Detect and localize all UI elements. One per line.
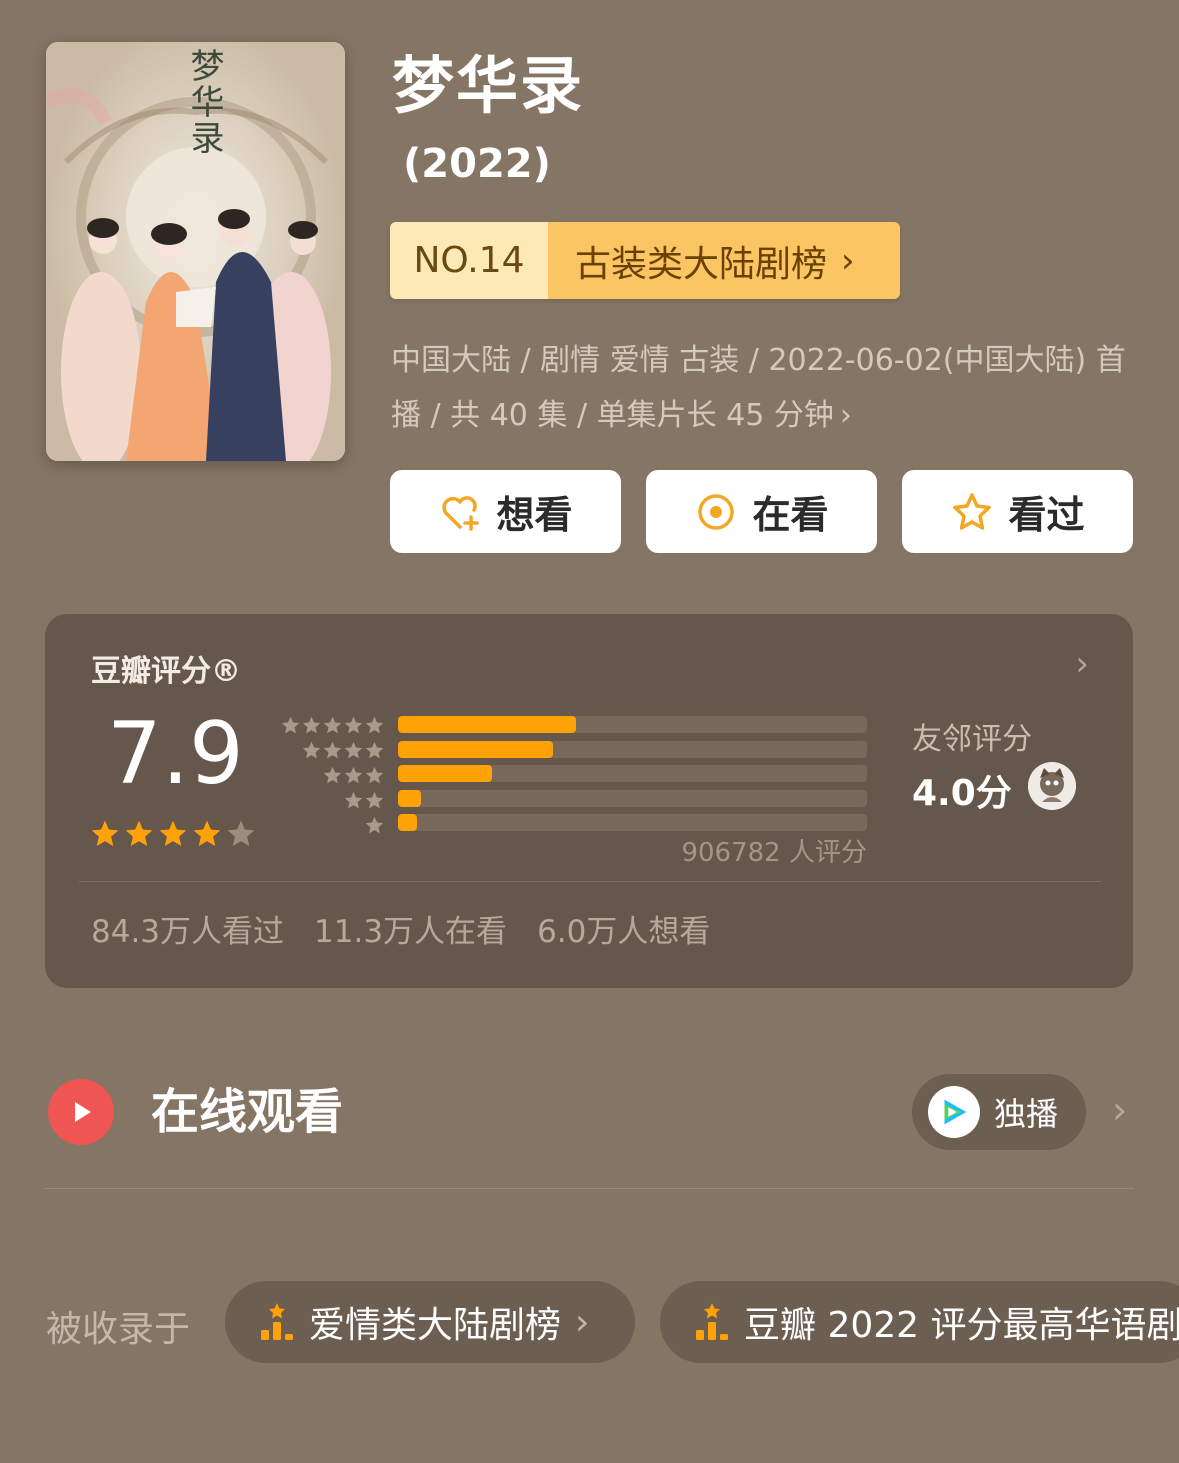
action-buttons: 想看 在看 看过: [390, 470, 1133, 553]
star-small-icon: [365, 791, 384, 809]
exclusive-platform-button[interactable]: 独播: [912, 1074, 1086, 1150]
star-small-icon: [365, 716, 384, 734]
bar-track-2: [398, 789, 867, 807]
star-small-icon: [323, 766, 342, 784]
star-small-icon: [302, 716, 321, 734]
watch-stats: 84.3万人看过 11.3万人在看 6.0万人想看: [91, 906, 710, 951]
watched-button[interactable]: 看过: [902, 470, 1133, 553]
star-level-4: [277, 738, 385, 763]
star-small-icon: [344, 716, 363, 734]
star-level-labels: [277, 713, 385, 838]
star-small-icon: [281, 716, 300, 734]
target-icon: [698, 493, 735, 530]
bar-fill-3: [398, 765, 492, 782]
chevron-right-icon: ›: [841, 240, 855, 281]
stat-watching: 11.3万人在看: [314, 914, 508, 950]
play-icon[interactable]: [48, 1079, 114, 1145]
star-filled-icon: [91, 820, 119, 846]
avatar-icon: [1028, 762, 1076, 810]
rating-stars: [89, 818, 257, 850]
want-to-watch-button[interactable]: 想看: [390, 470, 621, 553]
star-level-3: [277, 763, 385, 788]
star-small-icon: [365, 816, 384, 834]
bar-fill-5: [398, 716, 577, 733]
bar-track-5: [398, 716, 867, 733]
rating-title: 豆瓣评分®: [91, 654, 241, 689]
rank-badge[interactable]: NO.14 古装类大陆剧榜 ›: [390, 222, 900, 299]
heart-plus-icon: [442, 495, 480, 531]
play-triangle-icon: [75, 1102, 91, 1122]
star-filled-icon: [159, 820, 187, 846]
stat-want: 6.0万人想看: [537, 914, 711, 950]
list-chip-romance[interactable]: 爱情类大陆剧榜 ›: [225, 1281, 635, 1363]
meta-info[interactable]: 中国大陆 / 剧情 爱情 古装 / 2022-06-02(中国大陆) 首播 / …: [391, 333, 1131, 443]
chevron-right-icon: ›: [575, 1301, 590, 1343]
divider: [45, 1188, 1134, 1189]
poster-title-calligraphy: 梦华录: [184, 48, 224, 156]
rating-distribution: [398, 716, 867, 839]
rating-count: 906782 人评分: [681, 838, 867, 868]
bar-track-1: [398, 814, 867, 831]
friend-rating-label: 友邻评分: [912, 722, 1032, 757]
bar-track-4: [398, 740, 867, 758]
exclusive-label: 独播: [994, 1095, 1059, 1133]
star-filled-icon: [125, 820, 153, 846]
want-to-watch-label: 想看: [496, 493, 573, 537]
watching-label: 在看: [752, 493, 829, 537]
star-level-1: [277, 813, 385, 838]
watched-label: 看过: [1008, 493, 1085, 537]
chip-label: 爱情类大陆剧榜: [309, 1305, 562, 1346]
bar-fill-4: [398, 740, 553, 758]
friend-rating-score: 4.0分: [912, 773, 1012, 814]
star-level-5: [277, 713, 385, 738]
star-small-icon: [302, 741, 321, 759]
star-small-icon: [344, 791, 363, 809]
meta-text: 中国大陆 / 剧情 爱情 古装 / 2022-06-02(中国大陆) 首播 / …: [391, 343, 1126, 433]
chip-label: 豆瓣 2022 评分最高华语剧: [744, 1305, 1179, 1346]
star-outline-icon: [953, 492, 992, 530]
star-level-2: [277, 788, 385, 813]
star-filled-icon: [193, 820, 221, 846]
bar-fill-2: [398, 789, 422, 807]
rank-list-link[interactable]: 古装类大陆剧榜 ›: [548, 222, 900, 299]
ranking-icon: [261, 1303, 293, 1340]
rating-card[interactable]: 豆瓣评分® › 7.9 906782 人评分 友邻评分 4.0分 84.3万人看…: [45, 614, 1133, 988]
star-small-icon: [365, 766, 384, 784]
rating-score: 7.9: [107, 704, 244, 804]
star-small-icon: [323, 741, 342, 759]
collected-in-label: 被收录于: [46, 1309, 191, 1350]
bar-track-3: [398, 765, 867, 782]
list-chip-top-rated[interactable]: 豆瓣 2022 评分最高华语剧: [660, 1281, 1179, 1363]
stat-watched: 84.3万人看过: [91, 914, 285, 950]
divider: [79, 881, 1101, 882]
rank-number: NO.14: [390, 222, 548, 299]
chevron-right-icon[interactable]: ›: [1112, 1088, 1127, 1132]
watch-online-title[interactable]: 在线观看: [151, 1082, 343, 1142]
release-year: (2022): [403, 141, 551, 187]
friend-avatar[interactable]: [1028, 762, 1076, 810]
star-small-icon: [344, 741, 363, 759]
star-small-icon: [344, 766, 363, 784]
ranking-icon: [696, 1303, 728, 1340]
watching-button[interactable]: 在看: [646, 470, 877, 553]
star-small-icon: [323, 716, 342, 734]
chevron-right-icon[interactable]: ›: [1075, 644, 1089, 684]
rank-list-label: 古装类大陆剧榜: [575, 243, 828, 285]
chevron-right-icon: ›: [839, 398, 852, 433]
bar-fill-1: [398, 814, 417, 831]
star-small-icon: [365, 741, 384, 759]
poster-image[interactable]: 梦华录: [46, 42, 345, 461]
tencent-video-icon: [928, 1086, 980, 1138]
star-empty-icon: [227, 820, 255, 846]
page-title: 梦华录: [392, 49, 585, 122]
